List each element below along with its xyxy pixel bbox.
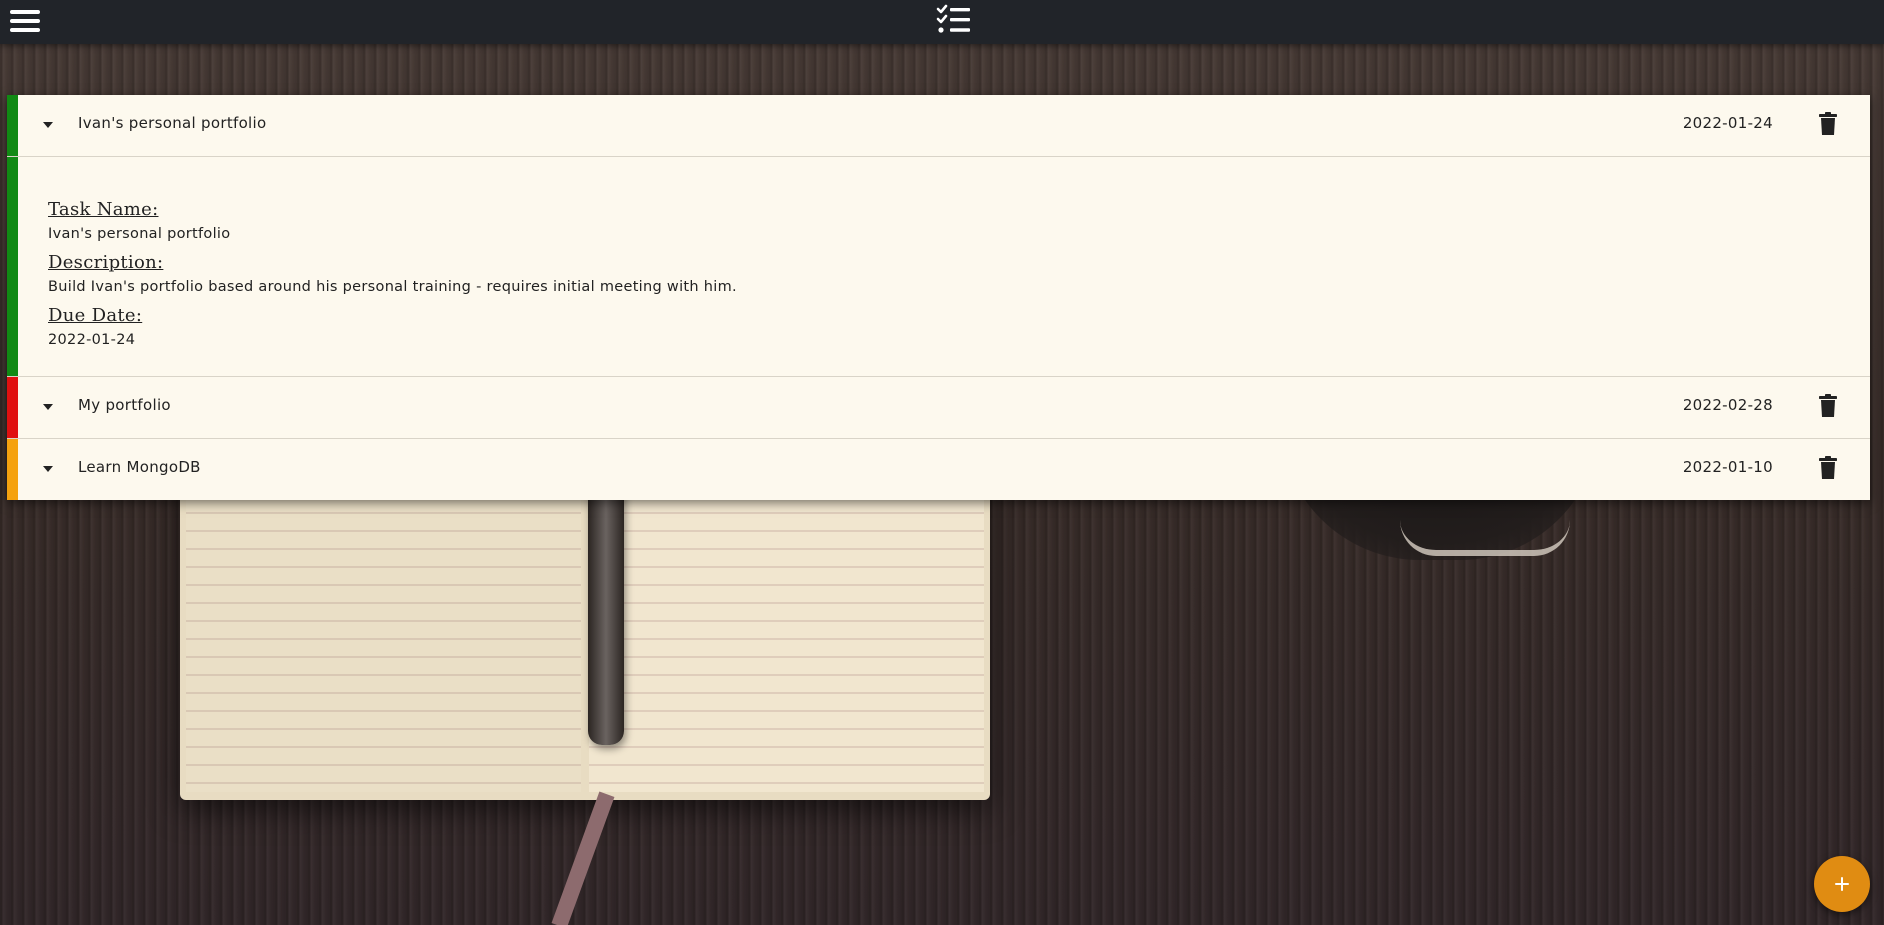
trash-icon[interactable]: [1819, 112, 1837, 136]
task-header[interactable]: Ivan's personal portfolio 2022-01-24: [7, 95, 1870, 157]
caret-down-icon[interactable]: [43, 404, 53, 410]
due-date-value: 2022-01-24: [48, 332, 136, 348]
task-title: Learn MongoDB: [78, 458, 201, 476]
task-title: My portfolio: [78, 396, 171, 414]
notebook-left-page: [186, 478, 581, 792]
background-notebook: [180, 470, 990, 800]
caret-down-icon[interactable]: [43, 122, 53, 128]
background-ribbon: [551, 791, 615, 925]
task-name-label: Task Name:: [48, 199, 159, 220]
task-details: Task Name: Ivan's personal portfolio Des…: [7, 157, 1870, 376]
task-header[interactable]: My portfolio 2022-02-28: [7, 377, 1870, 438]
task-name-value: Ivan's personal portfolio: [48, 226, 231, 242]
description-label: Description:: [48, 252, 164, 273]
trash-icon[interactable]: [1819, 456, 1837, 480]
task-date: 2022-01-24: [1682, 114, 1773, 132]
caret-down-icon[interactable]: [43, 466, 53, 472]
trash-icon[interactable]: [1819, 394, 1837, 418]
menu-line: [10, 10, 40, 14]
menu-line: [10, 19, 40, 23]
background-mug-rim: [1400, 520, 1570, 556]
task-date: 2022-01-10: [1682, 458, 1773, 476]
checklist-icon[interactable]: [936, 4, 972, 36]
add-task-button[interactable]: [1814, 856, 1870, 912]
task-item: Learn MongoDB 2022-01-10: [7, 439, 1870, 500]
task-item: Ivan's personal portfolio 2022-01-24 Tas…: [7, 95, 1870, 377]
task-header[interactable]: Learn MongoDB 2022-01-10: [7, 439, 1870, 500]
hamburger-menu-icon[interactable]: [8, 8, 42, 34]
notebook-right-page: [589, 478, 984, 792]
task-list: Ivan's personal portfolio 2022-01-24 Tas…: [7, 95, 1870, 500]
menu-line: [10, 28, 40, 32]
task-item: My portfolio 2022-02-28: [7, 377, 1870, 439]
task-title: Ivan's personal portfolio: [78, 114, 267, 132]
top-navbar: [0, 0, 1884, 44]
task-date: 2022-02-28: [1682, 396, 1773, 414]
background-pen: [588, 470, 624, 745]
description-value: Build Ivan's portfolio based around his …: [48, 279, 737, 295]
due-date-label: Due Date:: [48, 305, 143, 326]
